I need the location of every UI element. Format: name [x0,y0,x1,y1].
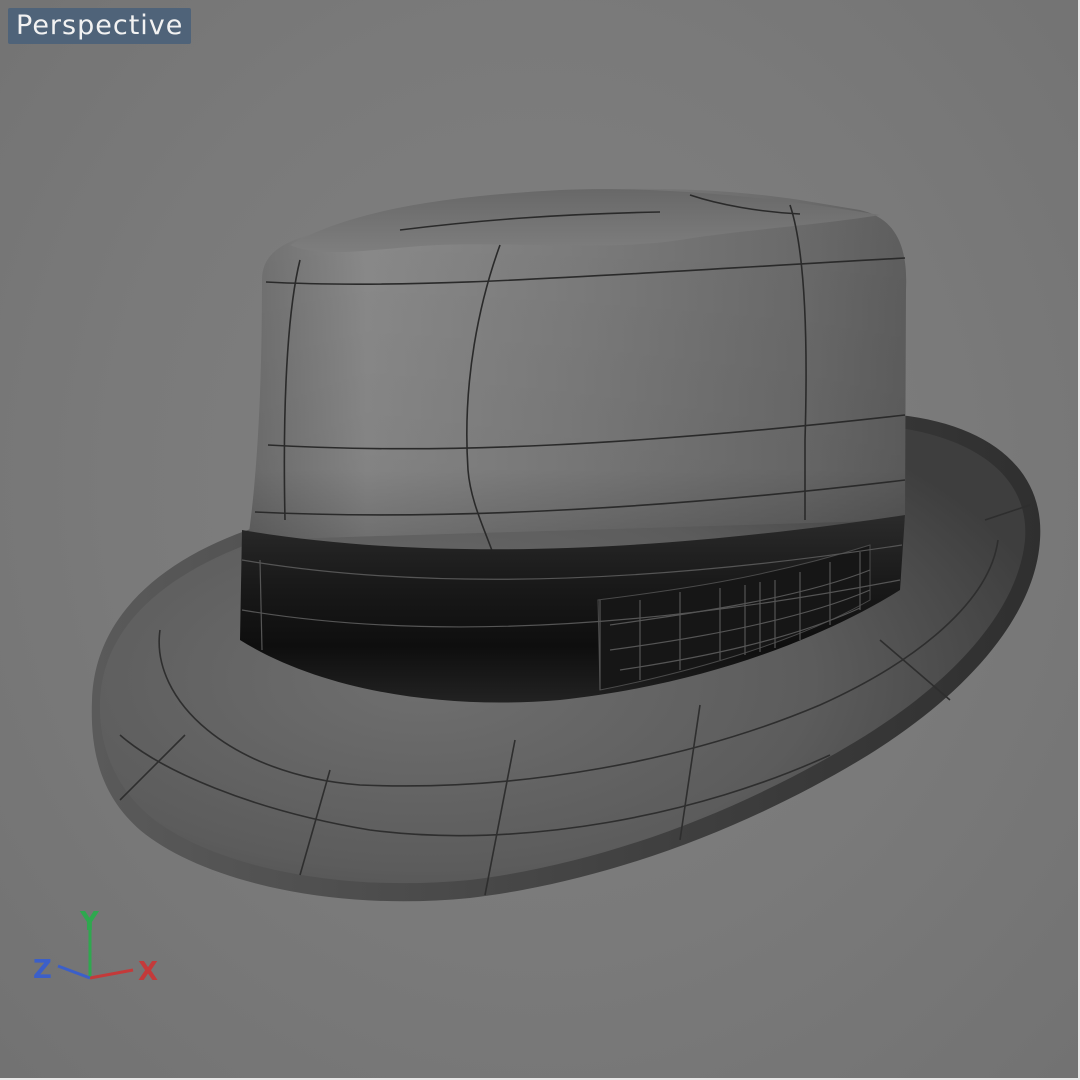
x-axis-line [89,968,134,980]
x-axis-label: X [138,957,158,987]
axis-orientation-gizmo: Y X Z [33,908,158,987]
view-name-label[interactable]: Perspective [8,8,192,44]
z-axis-line [57,964,91,980]
perspective-viewport[interactable]: Perspective Y X Z [0,0,1080,1080]
z-axis-label: Z [33,955,52,985]
y-axis-label: Y [79,908,100,937]
